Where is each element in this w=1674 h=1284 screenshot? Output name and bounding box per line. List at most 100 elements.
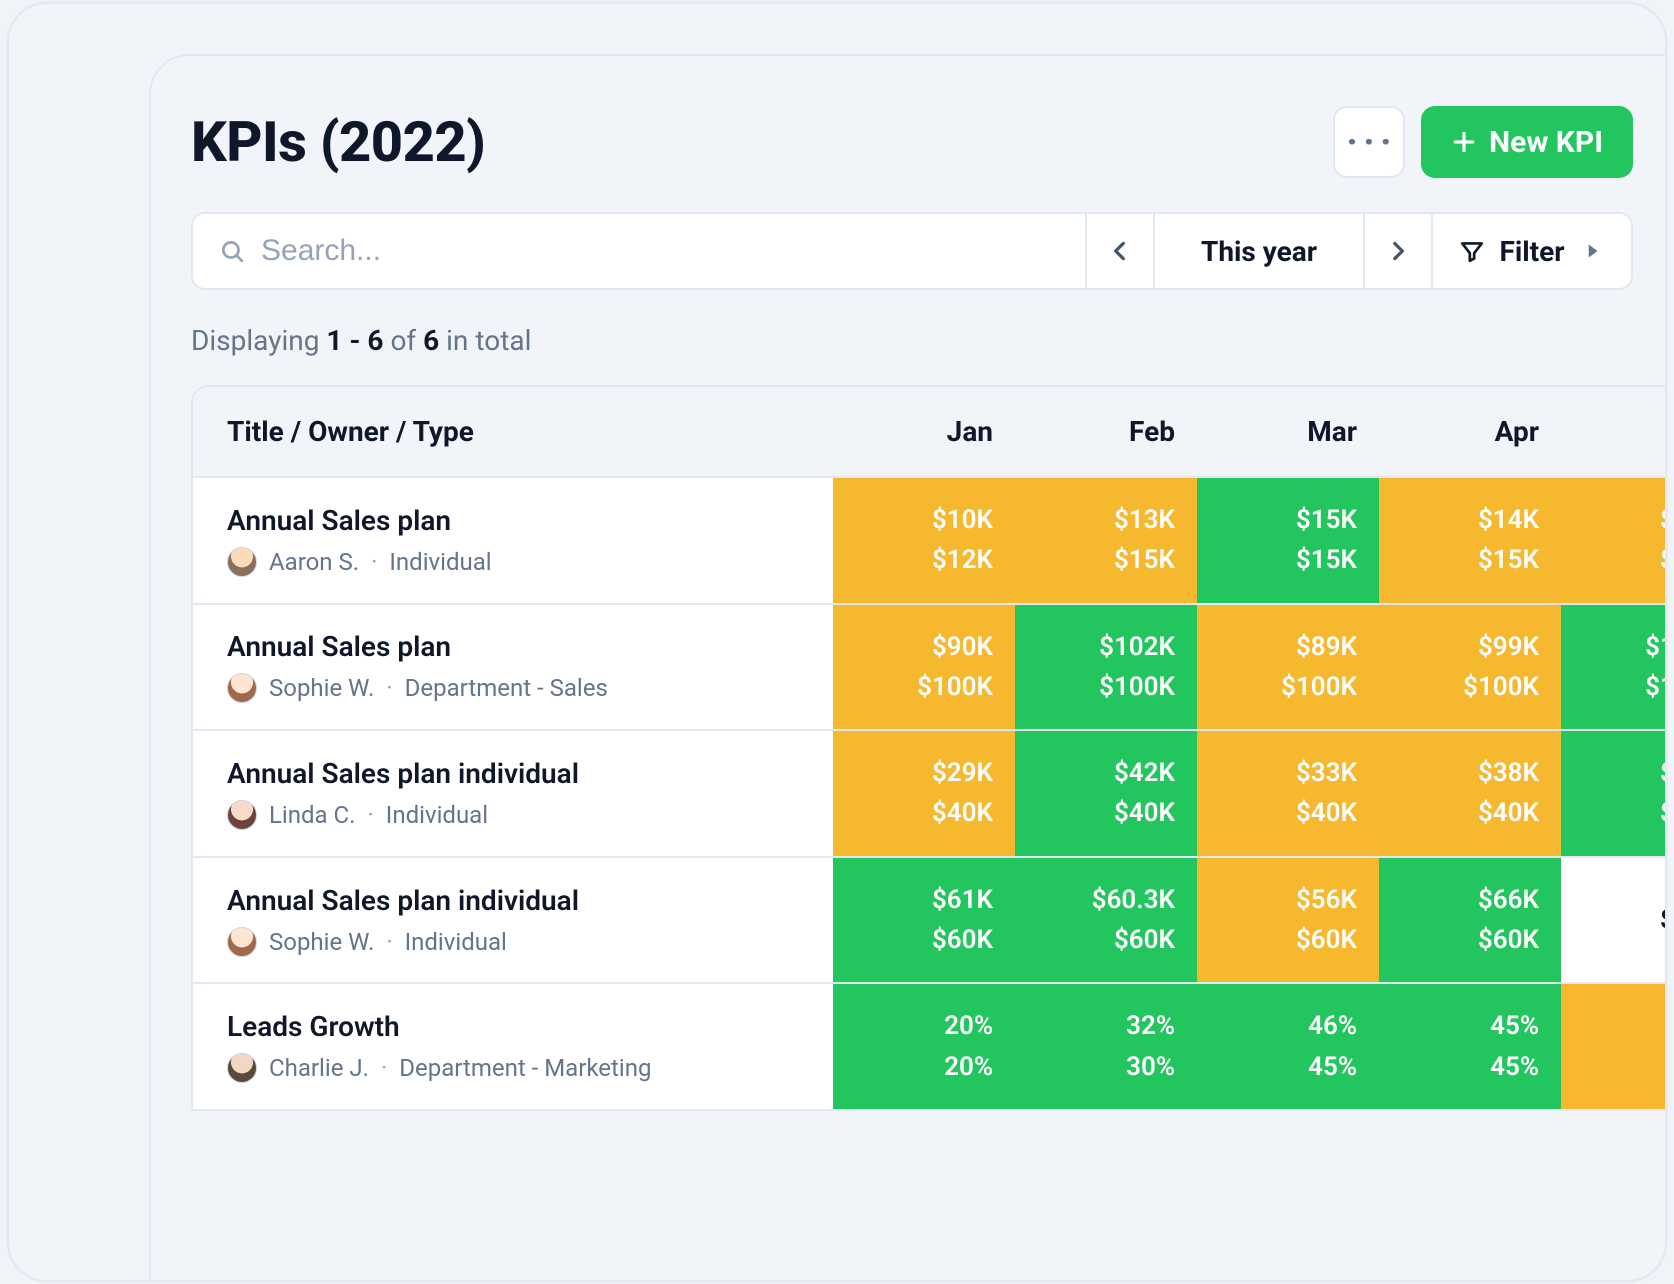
- kpi-value-cell[interactable]: 46%50%: [1561, 983, 1667, 1110]
- kpi-title-cell[interactable]: Leads Growth Charlie J. · Department - Mark…: [193, 983, 833, 1110]
- col-month[interactable]: Apr: [1379, 387, 1561, 477]
- kpi-actual: $29K: [855, 753, 993, 793]
- range-prev-button[interactable]: [1085, 214, 1153, 288]
- col-month[interactable]: Feb: [1015, 387, 1197, 477]
- kpi-actual: $33K: [1219, 753, 1357, 793]
- kpi-target: $100K: [1583, 667, 1667, 707]
- main-panel: KPIs (2022) ··· New KPI This year: [149, 54, 1667, 1282]
- kpi-target: $60K: [1401, 920, 1539, 960]
- kpi-actual: $42K: [1037, 753, 1175, 793]
- kpi-target: $100K: [1401, 667, 1539, 707]
- new-kpi-label: New KPI: [1489, 125, 1603, 160]
- date-range-button[interactable]: This year: [1153, 214, 1363, 288]
- table-row[interactable]: Annual Sales planAaron S.·Individual$10K…: [193, 477, 1667, 604]
- avatar: [227, 547, 257, 577]
- kpi-actual: $38K: [1401, 753, 1539, 793]
- header: KPIs (2022) ··· New KPI: [191, 106, 1667, 178]
- kpi-value-cell[interactable]: $13K$15K: [1015, 477, 1197, 604]
- filter-button[interactable]: Filter: [1431, 214, 1631, 288]
- chevron-right-icon: [1385, 238, 1411, 264]
- kpi-actual: $40K: [1583, 753, 1667, 793]
- kpi-target: $60K: [1037, 920, 1175, 960]
- table-row[interactable]: Leads Growth Charlie J. · Department - Mark…: [193, 983, 1667, 1110]
- kpi-value-cell[interactable]: $60.3K$60K: [1015, 857, 1197, 984]
- kpi-title-cell[interactable]: Annual Sales planSophie W.·Department - …: [193, 604, 833, 731]
- kpi-target: $12K: [855, 540, 993, 580]
- kpi-name: Annual Sales plan: [227, 504, 799, 537]
- new-kpi-button[interactable]: New KPI: [1421, 106, 1633, 178]
- search-input[interactable]: [261, 234, 1059, 268]
- kpi-value-cell[interactable]: $38K$40K: [1379, 730, 1561, 857]
- kpi-target: $100K: [1037, 667, 1175, 707]
- col-month[interactable]: Mar: [1197, 387, 1379, 477]
- table-row[interactable]: Annual Sales plan individualLinda C.·Ind…: [193, 730, 1667, 857]
- separator-dot: ·: [371, 548, 377, 576]
- kpi-target: $60K: [1583, 900, 1667, 940]
- kpi-value-cell[interactable]: $90K$100K: [833, 604, 1015, 731]
- kpi-title-cell[interactable]: Annual Sales plan individualLinda C.·Ind…: [193, 730, 833, 857]
- kpi-value-cell[interactable]: 45%45%: [1379, 983, 1561, 1110]
- kpi-actual: $110K: [1583, 627, 1667, 667]
- kpi-actual: $66K: [1401, 880, 1539, 920]
- kpi-actual: $14K: [1401, 500, 1539, 540]
- kpi-value-cell[interactable]: $110K$100K: [1561, 604, 1667, 731]
- kpi-value-cell[interactable]: $99K$100K: [1379, 604, 1561, 731]
- kpi-name: Annual Sales plan: [227, 630, 799, 663]
- kpi-title-cell[interactable]: Annual Sales plan individual Sophie W.·In…: [193, 857, 833, 984]
- kpi-value-cell[interactable]: $40K$40K: [1561, 730, 1667, 857]
- plus-icon: [1451, 129, 1477, 155]
- toolbar: This year Filter: [191, 212, 1633, 290]
- kpi-value-cell[interactable]: $13K$16K: [1561, 477, 1667, 604]
- kpi-value-cell[interactable]: $15K$15K: [1197, 477, 1379, 604]
- kpi-value-cell[interactable]: $33K$40K: [1197, 730, 1379, 857]
- kpi-actual: 20%: [855, 1006, 993, 1046]
- more-options-button[interactable]: ···: [1333, 106, 1405, 178]
- kpi-name: Leads Growth: [227, 1010, 799, 1043]
- kpi-target: $40K: [1583, 793, 1667, 833]
- kpi-value-cell[interactable]: 20%20%: [833, 983, 1015, 1110]
- kpi-actual: 46%: [1583, 1006, 1667, 1046]
- kpi-target: $15K: [1037, 540, 1175, 580]
- kpi-actual: 32%: [1037, 1006, 1175, 1046]
- kpi-value-cell[interactable]: $61K$60K: [833, 857, 1015, 984]
- kpi-value-cell[interactable]: 32%30%: [1015, 983, 1197, 1110]
- kpi-title-cell[interactable]: Annual Sales planAaron S.·Individual: [193, 477, 833, 604]
- kpi-target: $40K: [1037, 793, 1175, 833]
- col-month[interactable]: May: [1561, 387, 1667, 477]
- kpi-value-cell[interactable]: $66K$60K: [1379, 857, 1561, 984]
- kpi-type: Individual: [389, 548, 491, 576]
- kpi-value-cell[interactable]: $29K$40K: [833, 730, 1015, 857]
- separator-dot: ·: [381, 1054, 387, 1082]
- col-month[interactable]: Jan: [833, 387, 1015, 477]
- avatar: [227, 800, 257, 830]
- kpi-value-cell[interactable]: $10K$12K: [833, 477, 1015, 604]
- range-next-button[interactable]: [1363, 214, 1431, 288]
- kpi-value-cell[interactable]: $42K$40K: [1015, 730, 1197, 857]
- kpi-value-cell[interactable]: $60K: [1561, 857, 1667, 984]
- table-header-row: Title / Owner / Type Jan Feb Mar Apr May: [193, 387, 1667, 477]
- kpi-target: $40K: [855, 793, 993, 833]
- kpi-actual: $10K: [855, 500, 993, 540]
- kpi-type: Individual: [405, 928, 507, 956]
- kpi-actual: $15K: [1219, 500, 1357, 540]
- table-row[interactable]: Annual Sales plan individual Sophie W.·In…: [193, 857, 1667, 984]
- kpi-value-cell[interactable]: $89K$100K: [1197, 604, 1379, 731]
- kpi-target: 45%: [1219, 1047, 1357, 1087]
- kpi-type: Department - Sales: [405, 674, 608, 702]
- result-count: Displaying 1 - 6 of 6 in total: [191, 324, 1667, 357]
- chevron-left-icon: [1107, 238, 1133, 264]
- kpi-meta: Sophie W.·Individual: [227, 927, 799, 957]
- app-frame: KPIs (2022) ··· New KPI This year: [7, 2, 1667, 1282]
- caret-right-icon: [1579, 238, 1605, 264]
- kpi-actual: $90K: [855, 627, 993, 667]
- kpi-owner: Charlie J.: [269, 1054, 369, 1082]
- kpi-value-cell[interactable]: $14K$15K: [1379, 477, 1561, 604]
- table-row[interactable]: Annual Sales planSophie W.·Department - …: [193, 604, 1667, 731]
- kpi-value-cell[interactable]: $102K$100K: [1015, 604, 1197, 731]
- kpi-type: Department - Marketing: [399, 1054, 651, 1082]
- kpi-name: Annual Sales plan individual: [227, 884, 799, 917]
- col-title[interactable]: Title / Owner / Type: [193, 387, 833, 477]
- kpi-value-cell[interactable]: 46%45%: [1197, 983, 1379, 1110]
- kpi-value-cell[interactable]: $56K$60K: [1197, 857, 1379, 984]
- kpi-target: 30%: [1037, 1047, 1175, 1087]
